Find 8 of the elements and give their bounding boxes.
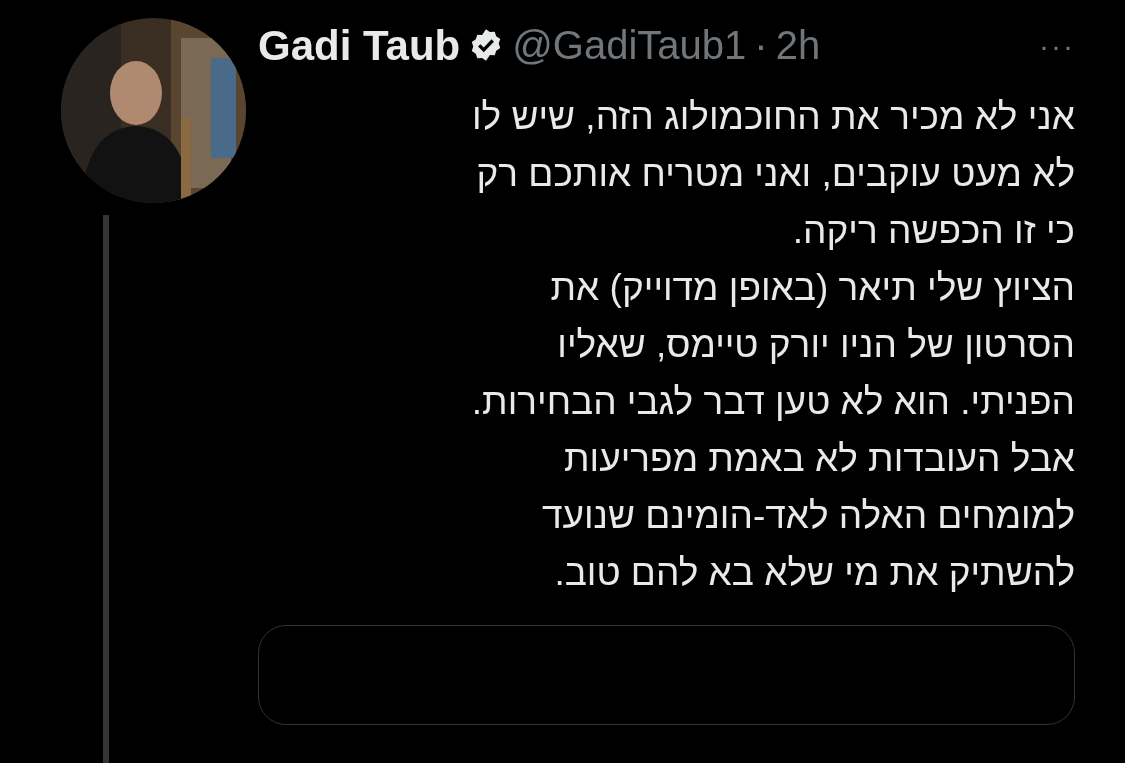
quoted-tweet-card[interactable] bbox=[258, 625, 1075, 725]
tweet-text: הציוץ שלי תיאר (באופן מדוייק) את הסרטון של הניו יורק טיימס, שאליו הפניתי. הוא לא טען דבר לגבי הבחירות. אבל העובדות לא באמת מפריעות למומחים האלה לאד-הומינם שנועד להשתיק את מי שלא בא להם טוב. bbox=[470, 266, 1075, 595]
author-name[interactable]: Gadi Taub bbox=[258, 13, 461, 77]
separator: · bbox=[754, 22, 768, 69]
timestamp[interactable]: 2h bbox=[775, 15, 821, 75]
handle[interactable]: @GadiTaub1 bbox=[512, 15, 747, 75]
more-button[interactable]: ··· bbox=[1039, 22, 1075, 68]
tweet-text: אני לא מכיר את החוכמולוג הזה, שיש לו לא מעט עוקבים, ואני מטריח אותכם רק כי זו הכפשה ריקה. bbox=[470, 95, 1075, 253]
